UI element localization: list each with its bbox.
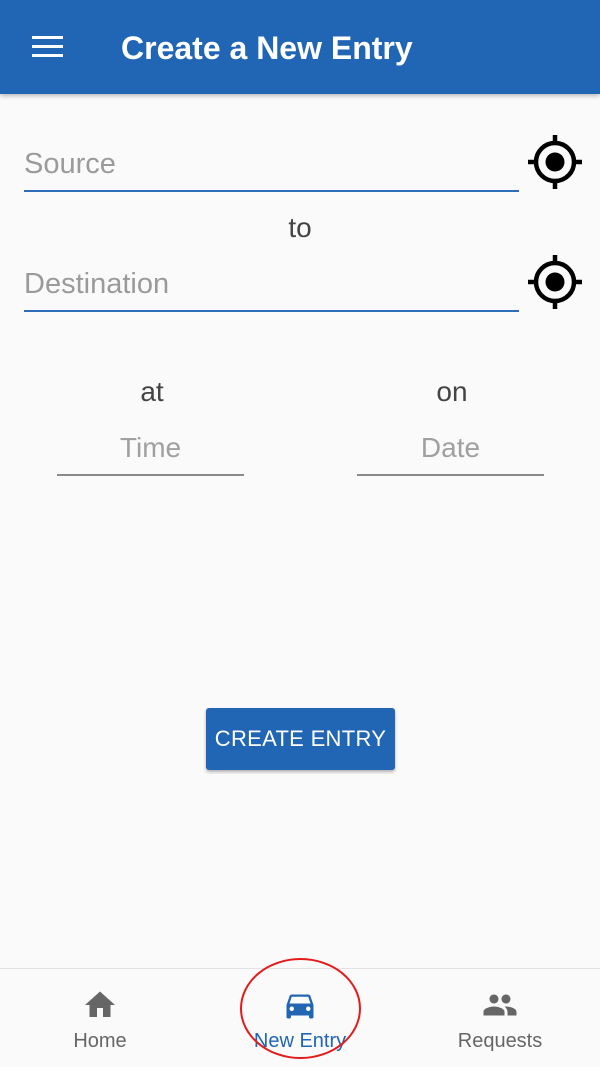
people-icon xyxy=(483,994,517,1016)
nav-label-home: Home xyxy=(73,1030,127,1052)
page-title: Create a New Entry xyxy=(121,30,413,66)
nav-label-requests: Requests xyxy=(457,1030,543,1052)
on-label: on xyxy=(436,376,468,407)
to-label: to xyxy=(288,212,312,243)
time-input[interactable] xyxy=(57,428,244,476)
car-icon xyxy=(286,994,314,1019)
nav-item-home[interactable]: Home xyxy=(0,969,200,1067)
date-input[interactable] xyxy=(357,428,544,476)
nav-label-new-entry: New Entry xyxy=(253,1030,347,1052)
locate-source-crosshair-icon[interactable] xyxy=(527,134,583,190)
destination-input[interactable] xyxy=(24,264,519,312)
bottom-navigation: Home New Entry Requests xyxy=(0,968,600,1067)
locate-destination-crosshair-icon[interactable] xyxy=(527,254,583,310)
nav-item-requests[interactable]: Requests xyxy=(400,969,600,1067)
home-icon xyxy=(85,991,115,1017)
create-entry-button[interactable]: CREATE ENTRY xyxy=(206,708,395,770)
nav-item-new-entry[interactable]: New Entry xyxy=(200,969,400,1067)
source-input[interactable] xyxy=(24,144,519,192)
app-bar: Create a New Entry xyxy=(0,0,600,94)
at-label: at xyxy=(140,376,164,407)
hamburger-menu-icon[interactable] xyxy=(32,36,63,58)
